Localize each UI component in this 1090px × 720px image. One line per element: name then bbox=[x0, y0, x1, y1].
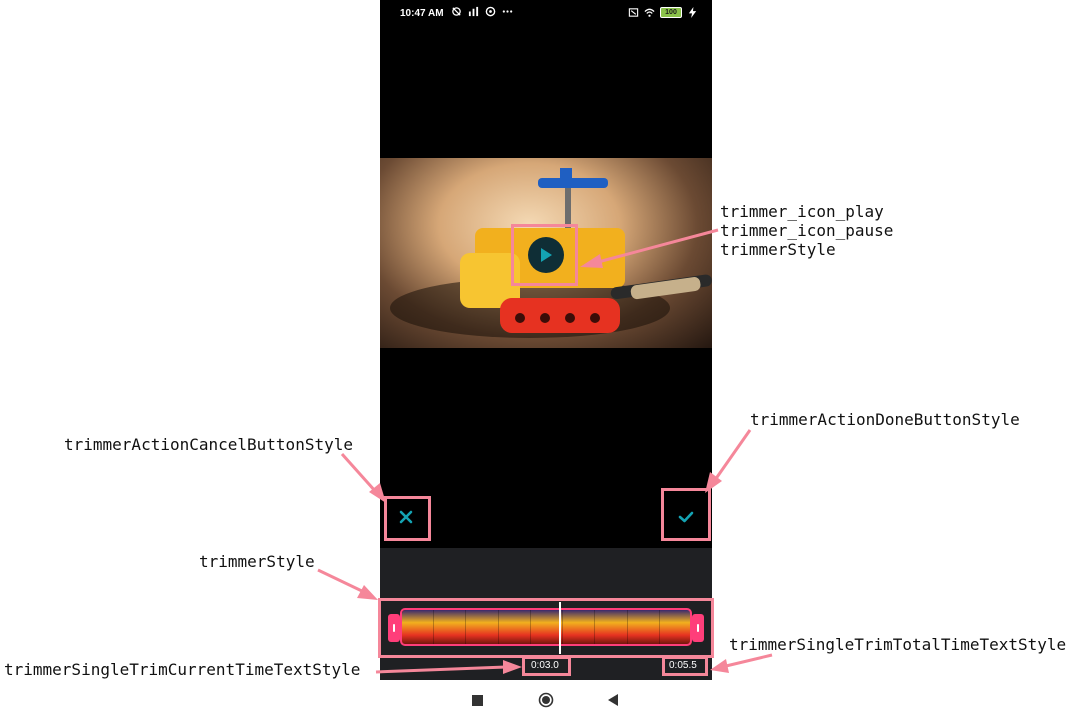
status-icons-left bbox=[451, 6, 513, 17]
total-time-highlight bbox=[662, 656, 708, 676]
annotation-cancel-button: trimmerActionCancelButtonStyle bbox=[64, 435, 353, 454]
nav-home-button[interactable] bbox=[538, 692, 554, 708]
navigation-bar bbox=[380, 680, 712, 720]
done-button-highlight bbox=[661, 488, 711, 541]
nav-back-button[interactable] bbox=[605, 692, 621, 708]
sync-off-icon bbox=[452, 7, 461, 16]
square-icon bbox=[471, 694, 483, 706]
more-dots-icon bbox=[502, 10, 513, 13]
battery-indicator: 100 bbox=[660, 7, 682, 18]
annotation-total-time: trimmerSingleTrimTotalTimeTextStyle bbox=[729, 635, 1067, 654]
trimmer-highlight bbox=[378, 598, 714, 658]
trimmer-screen: 10:47 AM 100 0:03.0 0:05.5 bbox=[380, 0, 712, 680]
annotation-play-icon: trimmer_icon_play trimmer_icon_pause tri… bbox=[720, 202, 893, 259]
circle-icon bbox=[538, 692, 554, 708]
play-icon-highlight bbox=[511, 224, 578, 286]
charging-bolt-icon bbox=[688, 7, 697, 18]
triangle-back-icon bbox=[607, 694, 618, 706]
annotation-done-button: trimmerActionDoneButtonStyle bbox=[750, 410, 1020, 429]
cancel-button-highlight bbox=[384, 496, 431, 541]
annotation-current-time: trimmerSingleTrimCurrentTimeTextStyle bbox=[4, 660, 361, 679]
no-sim-icon bbox=[628, 8, 639, 17]
annotation-line-play: trimmer_icon_play bbox=[720, 202, 884, 221]
data-saver-icon bbox=[485, 6, 496, 17]
status-bar: 10:47 AM 100 bbox=[380, 0, 712, 28]
annotation-line-pause: trimmer_icon_pause bbox=[720, 221, 894, 240]
status-time: 10:47 AM bbox=[400, 8, 444, 19]
annotation-line-style: trimmerStyle bbox=[720, 240, 836, 259]
current-time-highlight bbox=[522, 656, 571, 676]
signal-bars-icon bbox=[468, 6, 479, 17]
nav-recents-button[interactable] bbox=[469, 692, 485, 708]
annotation-trimmer-style: trimmerStyle bbox=[199, 552, 315, 571]
wifi-icon bbox=[644, 8, 655, 17]
status-icons-right: 100 bbox=[628, 7, 698, 18]
